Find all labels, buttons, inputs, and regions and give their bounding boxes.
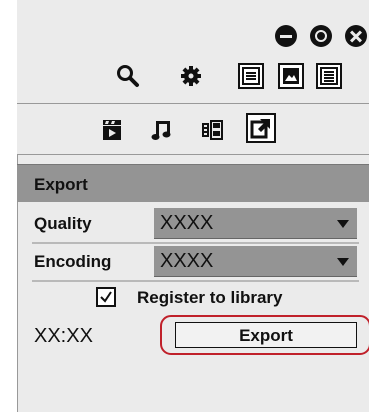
export-panel-window: Export Quality XXXX Encoding XXXX Regist… [17,0,369,412]
encoding-label: Encoding [34,252,112,271]
register-to-library-checkbox[interactable] [96,287,116,307]
minimize-icon[interactable] [275,25,297,47]
search-icon[interactable] [115,63,141,89]
clip-icon[interactable] [98,116,126,144]
export-panel-header: Export [17,164,369,202]
close-icon[interactable] [345,25,367,47]
detail-list-icon[interactable] [316,63,342,89]
chevron-down-icon [337,258,349,266]
panel-tab-bar [17,103,369,155]
film-effect-icon[interactable] [198,116,226,144]
export-button-label: Export [239,326,293,345]
settings-gear-icon[interactable] [178,63,204,89]
encoding-value: XXXX [160,250,214,272]
divider [32,242,359,244]
encoding-select[interactable]: XXXX [154,246,357,277]
register-to-library-label: Register to library [137,288,283,307]
chevron-down-icon [337,220,349,228]
music-note-icon[interactable] [148,116,176,144]
quality-label: Quality [34,214,92,233]
export-button[interactable]: Export [175,322,357,348]
list-view-icon[interactable] [238,63,264,89]
image-view-icon[interactable] [278,63,304,89]
quality-value: XXXX [160,212,214,234]
export-icon[interactable] [246,113,276,143]
maximize-icon[interactable] [310,25,332,47]
quality-select[interactable]: XXXX [154,208,357,239]
divider [32,280,359,282]
duration-time: XX:XX [34,325,93,347]
export-panel-title: Export [34,175,88,194]
